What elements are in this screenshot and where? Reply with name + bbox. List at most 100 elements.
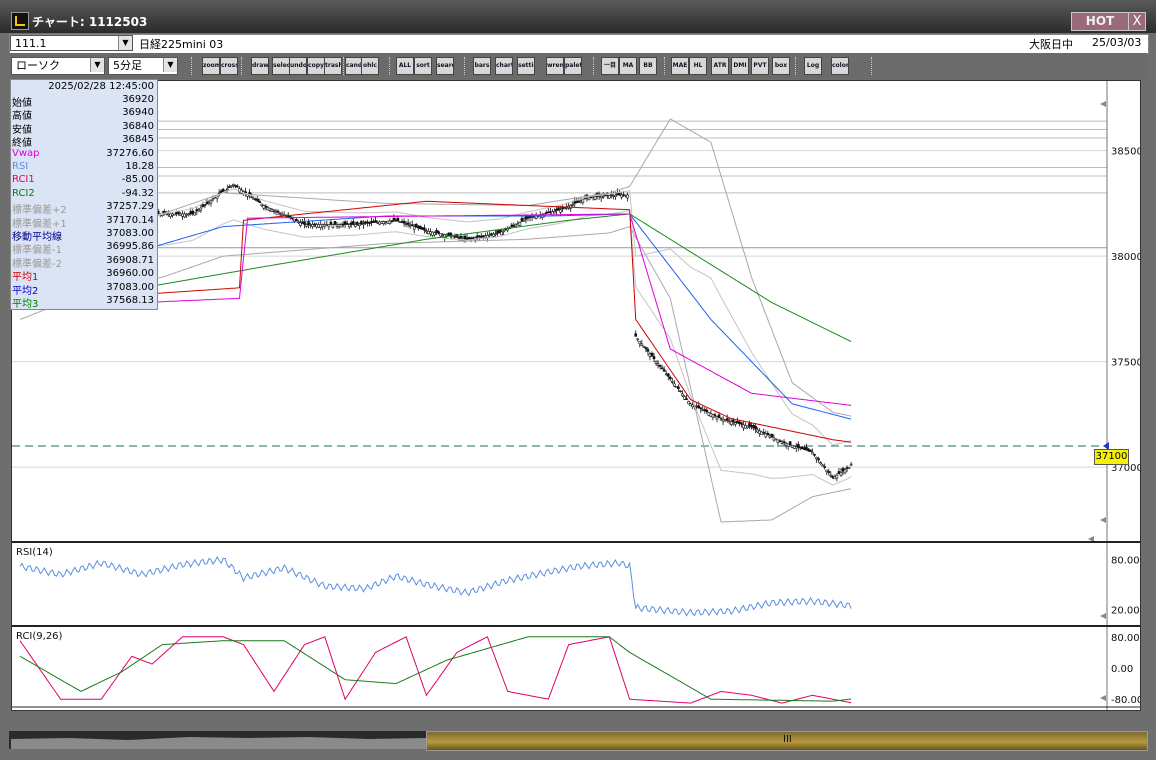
candle-body	[847, 466, 851, 469]
hot-button[interactable]: HOT	[1071, 12, 1129, 31]
close-button[interactable]: X	[1128, 12, 1146, 31]
ohlc-value: 36908.71	[106, 254, 154, 266]
candle-body	[699, 407, 703, 410]
candle-body	[347, 224, 351, 228]
candle-body	[677, 386, 680, 390]
scroll-thumb[interactable]: III	[426, 731, 1148, 751]
candle-body	[823, 466, 827, 468]
candle-body	[636, 338, 640, 341]
candle-body	[331, 224, 335, 228]
candle-body	[756, 429, 759, 433]
candle-body	[278, 212, 282, 215]
candle-body	[691, 404, 694, 408]
candle-body	[303, 221, 306, 225]
candle-body	[549, 211, 552, 213]
toolbar-button-dmi[interactable]: DMI	[731, 57, 749, 75]
candle-body	[608, 195, 611, 199]
candle-body	[689, 403, 692, 407]
symbol-bar: 111.1 ▼ 日経225mini 03 大阪日中 25/03/03	[9, 34, 1149, 54]
chart-type-select[interactable]: ローソク ▼	[11, 57, 105, 75]
candle-body	[193, 212, 197, 216]
candle-body	[839, 472, 843, 476]
toolbar-button-mae[interactable]: MAE	[671, 57, 689, 75]
candle-body	[469, 237, 473, 240]
ohlc-value: 37568.13	[106, 295, 154, 306]
toolbar-button-trash[interactable]: trash	[324, 57, 342, 75]
candle-body	[325, 224, 329, 226]
toolbar-button-settings[interactable]: settings	[517, 57, 535, 75]
candle-body	[803, 447, 806, 450]
toolbar-button-color[interactable]: color	[831, 57, 849, 75]
toolbar-button-一目[interactable]: 一目	[601, 57, 619, 75]
candle-body	[398, 221, 402, 223]
candle-body	[809, 449, 812, 452]
candle-body	[465, 237, 469, 240]
toolbar-button-bars[interactable]: bars	[473, 57, 491, 75]
candle-body	[557, 207, 560, 211]
toolbar-button-copy[interactable]: copy	[307, 57, 325, 75]
candle-body	[351, 221, 355, 225]
candle-body	[833, 476, 837, 480]
toolbar-button-bb[interactable]: BB	[639, 57, 657, 75]
toolbar-button-undo[interactable]: undo	[289, 57, 307, 75]
toolbar-button-chart[interactable]: chart	[495, 57, 513, 75]
toolbar-button-palette[interactable]: palette	[564, 57, 582, 75]
candle-body	[697, 405, 701, 409]
candle-body	[729, 421, 733, 425]
toolbar-button-draw[interactable]: draw	[251, 57, 269, 75]
toolbar-button-cross[interactable]: cross	[220, 57, 238, 75]
toolbar-button-search[interactable]: search	[436, 57, 454, 75]
candle-body	[648, 353, 652, 357]
ohlc-value: 18.28	[125, 161, 154, 172]
horizontal-scrollbar[interactable]: III	[9, 731, 1148, 751]
toolbar-button-box[interactable]: box	[772, 57, 790, 75]
candle-body	[725, 418, 729, 421]
candle-body	[370, 220, 373, 224]
rci2-line	[19, 636, 852, 702]
candle-body	[620, 194, 623, 198]
toolbar-button-hl[interactable]: HL	[689, 57, 707, 75]
candle-body	[232, 184, 235, 186]
toolbar-button-pvt[interactable]: PVT	[751, 57, 769, 75]
candle-body	[612, 195, 615, 197]
chart-area[interactable]: 38500 38000 37500 37000 80.00 20.00 RSI(14) 80.…	[11, 80, 1143, 725]
interval-select[interactable]: 5分足 ▼	[108, 57, 178, 75]
toolbar-button-wrench[interactable]: wrench	[546, 57, 564, 75]
candle-body	[673, 383, 676, 387]
ohlc-label: 平均3	[12, 299, 39, 310]
toolbar-button-zoom[interactable]: zoom	[202, 57, 220, 75]
candle-body	[358, 223, 361, 226]
candle-body	[786, 443, 790, 447]
candle-body	[679, 390, 682, 393]
toolbar-button-ma[interactable]: MA	[619, 57, 637, 75]
candle-body	[254, 198, 258, 201]
candle-body	[199, 207, 203, 211]
candle-body	[179, 213, 182, 216]
candle-body	[746, 425, 749, 429]
toolbar-button-sort[interactable]: sort	[414, 57, 432, 75]
candle-body	[695, 405, 698, 408]
toolbar-button-ohlc[interactable]: ohlc	[361, 57, 379, 75]
ohlc-value: 37257.29	[106, 201, 154, 213]
ohlc-row: 高値 36940	[11, 107, 157, 122]
candle-body	[272, 209, 276, 212]
candle-body	[305, 224, 308, 227]
candle-body	[587, 196, 591, 201]
candle-body	[360, 220, 363, 225]
candle-body	[339, 224, 343, 228]
symbol-code-select[interactable]: 111.1 ▼	[10, 35, 133, 51]
toolbar: ローソク ▼ 5分足 ▼ zoomcross drawselectundocopy…	[9, 53, 1147, 79]
candle-body	[796, 444, 800, 448]
candle-body	[335, 224, 339, 227]
candle-body	[711, 414, 715, 418]
toolbar-button-log[interactable]: Log	[804, 57, 822, 75]
candle-body	[301, 221, 304, 224]
toolbar-button-select[interactable]: select	[272, 57, 290, 75]
rsi-tick-label: 80.00	[1111, 556, 1140, 567]
candle-body	[705, 409, 709, 413]
toolbar-button-atr[interactable]: ATR	[711, 57, 729, 75]
scroll-down-icon	[1100, 613, 1106, 619]
toolbar-button-all[interactable]: ALL	[396, 57, 414, 75]
candle-body	[427, 230, 430, 235]
candle-body	[484, 235, 487, 238]
